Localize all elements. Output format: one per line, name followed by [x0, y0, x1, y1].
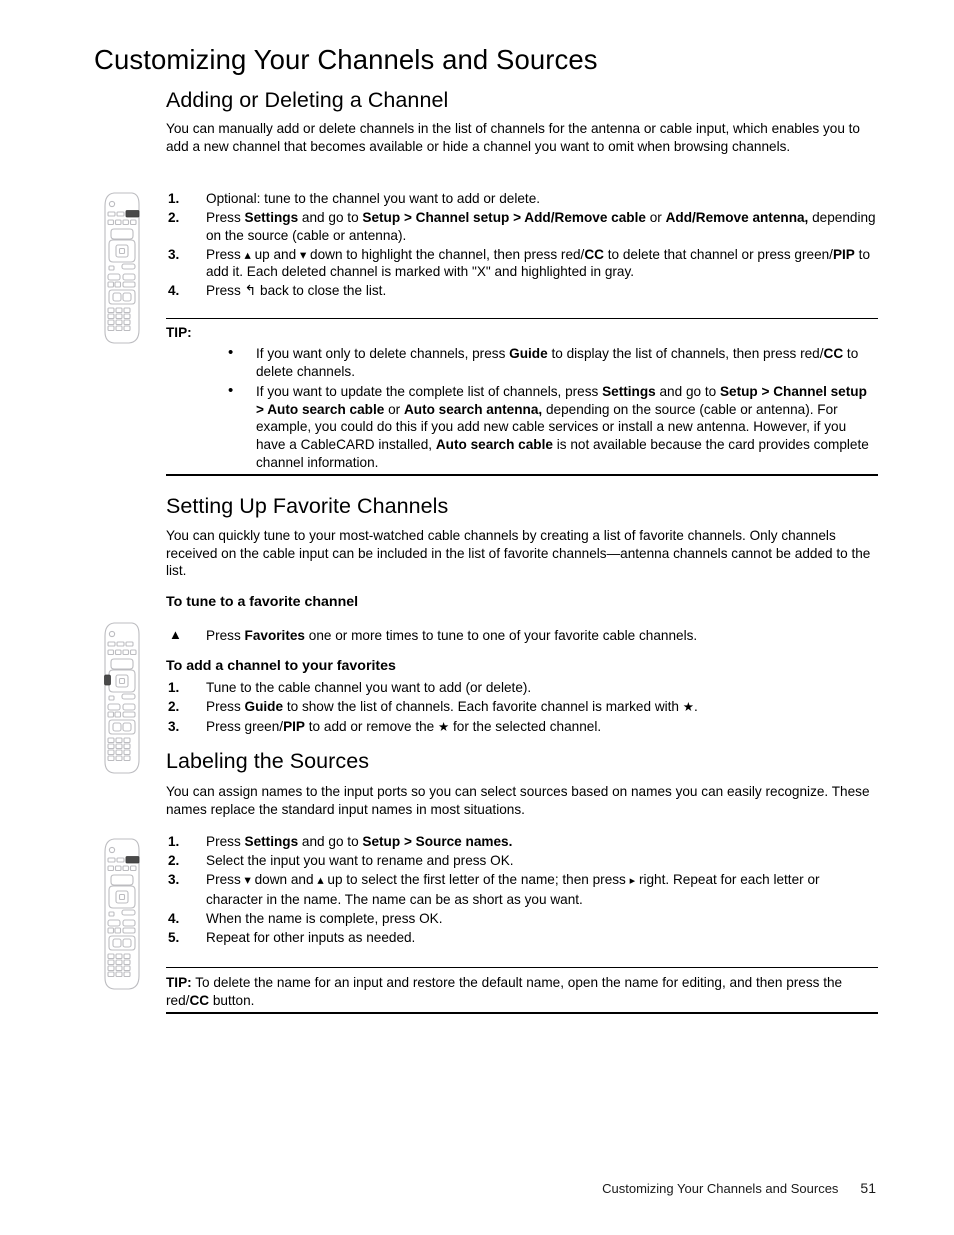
bullet-item: • If you want to update the complete lis…: [218, 382, 878, 471]
step-number: 2.: [168, 853, 180, 869]
step-text: Press Settings and go to Setup > Channel…: [206, 210, 876, 243]
back-arrow-icon: ↰: [244, 282, 257, 299]
step-number: 1.: [168, 834, 180, 849]
bullet-text: If you want only to delete channels, pre…: [256, 346, 859, 379]
remote-control-illustration-1: [98, 190, 146, 346]
page-number: 51: [860, 1180, 876, 1196]
step-item: 5. Repeat for other inputs as needed.: [166, 929, 878, 947]
step-item: 4. When the name is complete, press OK.: [166, 910, 878, 928]
step-item: 4. Press ↰ back to close the list.: [166, 282, 878, 300]
tip-rule-bottom: [166, 474, 878, 476]
star-icon: ★: [438, 720, 450, 735]
tip2-rule-bottom: [166, 1012, 878, 1014]
tip-label: TIP:: [166, 325, 192, 340]
page-title: Customizing Your Channels and Sources: [94, 44, 598, 75]
step-text: Press Settings and go to Setup > Source …: [206, 834, 513, 849]
triangle-bullet-icon: ▲: [169, 627, 182, 642]
step-text: Press ▴ up and ▾ down to highlight the c…: [206, 246, 871, 280]
right-arrow-icon: ▸: [629, 875, 636, 888]
step-text: Press green/PIP to add or remove the ★ f…: [206, 719, 602, 735]
step-item: 2. Press Guide to show the list of chann…: [166, 698, 878, 717]
step-item: 1. Press Settings and go to Setup > Sour…: [166, 833, 878, 851]
heading-adding-deleting-channel: Adding or Deleting a Channel: [166, 88, 449, 112]
subheading-to-add-channel-favorites: To add a channel to your favorites: [166, 658, 396, 674]
remote-control-illustration-3: [98, 836, 146, 992]
step-item: 3. Press ▴ up and ▾ down to highlight th…: [166, 246, 878, 281]
footer-title: Customizing Your Channels and Sources: [602, 1181, 839, 1196]
tip2-rule-top: [166, 967, 878, 968]
heading-labeling-the-sources: Labeling the Sources: [166, 749, 370, 773]
tip-rule-top: [166, 318, 878, 319]
step-text: Press Favorites one or more times to tun…: [206, 628, 698, 643]
steps-add-channel-favorites: 1. Tune to the cable channel you want to…: [166, 679, 878, 738]
bullet-text: If you want to update the complete list …: [256, 384, 869, 470]
step-number: 3.: [168, 872, 180, 888]
intro-adding-deleting: You can manually add or delete channels …: [166, 121, 860, 154]
remote-control-illustration-2: [98, 620, 146, 776]
step-text: Optional: tune to the channel you want t…: [206, 191, 541, 206]
step-item: 1. Optional: tune to the channel you wan…: [166, 190, 878, 208]
step-text: Repeat for other inputs as needed.: [206, 929, 416, 945]
step-item: 2. Select the input you want to rename a…: [166, 852, 878, 870]
steps-labeling-sources: 1. Press Settings and go to Setup > Sour…: [166, 833, 878, 948]
down-arrow-icon: ▾: [299, 247, 307, 262]
document-page: Customizing Your Channels and Sources Ad…: [0, 0, 954, 1235]
step-number: 1.: [168, 680, 180, 695]
tip-label: TIP:: [166, 975, 192, 990]
step-text: Press ▾ down and ▴ up to select the firs…: [206, 872, 820, 907]
bullet-dot-icon: •: [228, 382, 234, 400]
step-text: Press Guide to show the list of channels…: [206, 699, 698, 715]
tip-labeling-sources: TIP: To delete the name for an input and…: [166, 974, 878, 1009]
step-number: 5.: [168, 929, 180, 945]
step-text: Tune to the cable channel you want to ad…: [206, 680, 532, 695]
tip-text: To delete the name for an input and rest…: [166, 975, 843, 1008]
step-text: Press ↰ back to close the list.: [206, 282, 387, 299]
bullet-dot-icon: •: [228, 344, 234, 361]
heading-setting-up-favorite-channels: Setting Up Favorite Channels: [166, 494, 449, 518]
down-arrow-icon: ▾: [244, 873, 251, 888]
step-number: 3.: [168, 246, 180, 262]
steps-adding-deleting: 1. Optional: tune to the channel you wan…: [166, 190, 878, 302]
steps-tune-favorite: ▲ Press Favorites one or more times to t…: [166, 627, 878, 646]
remote-highlight-favorites-button: [104, 674, 111, 686]
page-footer: Customizing Your Channels and Sources 51: [0, 1180, 954, 1196]
step-text: When the name is complete, press OK.: [206, 910, 443, 926]
step-item: 2. Press Settings and go to Setup > Chan…: [166, 209, 878, 244]
remote-highlight-settings-button: [125, 210, 140, 218]
step-item: 3. Press green/PIP to add or remove the …: [166, 718, 878, 737]
step-number: 4.: [168, 910, 180, 926]
subheading-to-tune-favorite-channel: To tune to a favorite channel: [166, 594, 359, 610]
up-arrow-icon: ▴: [244, 247, 251, 262]
step-text: Select the input you want to rename and …: [206, 853, 514, 869]
step-number: 2.: [168, 210, 180, 226]
tip-bullets-adding-deleting: • If you want only to delete channels, p…: [166, 344, 878, 474]
step-item: ▲ Press Favorites one or more times to t…: [166, 627, 878, 645]
step-item: 3. Press ▾ down and ▴ up to select the f…: [166, 871, 878, 908]
step-number: 3.: [168, 719, 180, 735]
up-arrow-icon: ▴: [317, 873, 324, 888]
step-item: 1. Tune to the cable channel you want to…: [166, 679, 878, 697]
step-number: 2.: [168, 699, 180, 715]
step-number: 4.: [168, 283, 180, 299]
remote-highlight-settings-button: [125, 856, 140, 864]
bullet-item: • If you want only to delete channels, p…: [218, 344, 878, 380]
star-icon: ★: [682, 700, 694, 715]
intro-labeling-sources: You can assign names to the input ports …: [166, 784, 870, 817]
step-number: 1.: [168, 191, 180, 206]
intro-favorite-channels: You can quickly tune to your most-watche…: [166, 528, 871, 579]
